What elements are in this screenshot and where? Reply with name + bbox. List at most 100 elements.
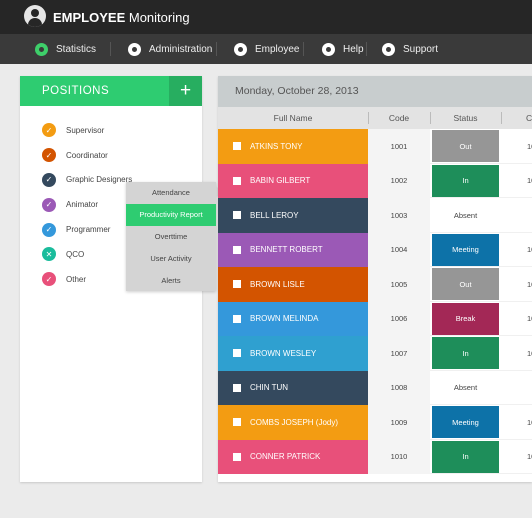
position-item[interactable]: ✕ QCO xyxy=(42,242,132,267)
position-check-icon[interactable]: ✓ xyxy=(42,222,56,237)
table-header: Full Name Code Status Co xyxy=(218,107,532,129)
table-row[interactable]: CHIN TUN 1008 Absent xyxy=(218,370,532,406)
row-checkbox[interactable] xyxy=(233,176,241,185)
status-cell: Meeting xyxy=(431,405,500,440)
nav-help[interactable]: Help xyxy=(322,34,364,64)
administration-icon xyxy=(128,42,141,56)
position-check-icon[interactable]: ✓ xyxy=(42,123,56,138)
position-label: Other xyxy=(66,274,87,284)
row-checkbox[interactable] xyxy=(233,452,241,461)
table-row[interactable]: CONNER PATRICK 1010In 10 xyxy=(218,439,532,475)
position-item[interactable]: ✓ Animator xyxy=(42,192,132,217)
menu-item[interactable]: Productivity Report xyxy=(126,203,216,226)
row-checkbox[interactable] xyxy=(233,142,241,151)
row-checkbox[interactable] xyxy=(233,349,241,358)
employee-name: BENNETT ROBERT xyxy=(250,245,323,255)
menu-item[interactable]: User Activity xyxy=(126,247,216,269)
nav-support[interactable]: Support xyxy=(382,34,438,64)
position-item[interactable]: ✓ Other xyxy=(42,267,132,292)
column-header-name[interactable]: Full Name xyxy=(218,107,368,129)
position-check-icon[interactable]: ✓ xyxy=(42,172,56,187)
support-icon xyxy=(382,42,395,56)
column-header-status[interactable]: Status xyxy=(431,107,500,129)
position-label: Supervisor xyxy=(66,125,105,135)
status-cell: Absent xyxy=(431,371,500,406)
row-checkbox[interactable] xyxy=(233,211,241,220)
status-text: Absent xyxy=(453,210,478,220)
table-row[interactable]: BROWN LISLE 1005Out 10 xyxy=(218,267,532,302)
date-bar: Monday, October 28, 2013 xyxy=(218,76,532,107)
employee-name-cell[interactable]: CHIN TUN xyxy=(218,370,368,405)
employee-code: 1010 xyxy=(368,439,430,474)
status-text: Absent xyxy=(453,383,478,393)
status-cell: In xyxy=(431,440,500,475)
employee-name-cell[interactable]: COMBS JOSEPH (Jody) xyxy=(218,405,368,440)
status-cell: Out xyxy=(431,129,500,164)
extra-cell: 10 xyxy=(527,452,532,462)
row-checkbox[interactable] xyxy=(233,280,241,289)
position-check-icon[interactable]: ✓ xyxy=(42,197,56,212)
positions-header: POSITIONS + xyxy=(20,76,202,106)
row-checkbox[interactable] xyxy=(233,383,241,392)
employee-name-cell[interactable]: BENNETT ROBERT xyxy=(218,232,368,267)
position-label: Programmer xyxy=(66,225,111,235)
nav-statistics[interactable]: Statistics xyxy=(35,34,96,64)
position-check-icon[interactable]: ✓ xyxy=(42,272,56,287)
add-position-button[interactable]: + xyxy=(169,76,202,106)
table-row[interactable]: BROWN WESLEY 1007In 10 xyxy=(218,336,532,371)
table-row[interactable]: COMBS JOSEPH (Jody) 1009Meeting 10 xyxy=(218,405,532,440)
row-checkbox[interactable] xyxy=(233,245,241,254)
position-check-icon[interactable]: ✕ xyxy=(42,247,56,262)
status-badge: Meeting xyxy=(432,233,499,266)
status-badge: Break xyxy=(432,302,499,335)
menu-item[interactable]: Overttime xyxy=(126,226,216,248)
employee-name-cell[interactable]: BELL LEROY xyxy=(218,198,368,233)
position-label: Graphic Designers xyxy=(66,175,133,185)
position-item[interactable]: ✓ Programmer xyxy=(42,217,132,242)
menu-item[interactable]: Alerts xyxy=(126,269,216,291)
employee-name: CHIN TUN xyxy=(250,383,289,393)
employee-name-cell[interactable]: ATKINS TONY xyxy=(218,129,368,164)
row-checkbox[interactable] xyxy=(233,418,241,427)
status-cell: Break xyxy=(431,302,500,337)
employee-code: 1001 xyxy=(368,129,430,164)
status-cell: Meeting xyxy=(431,233,500,268)
position-item[interactable]: ✓ Supervisor xyxy=(42,118,132,143)
nav-administration[interactable]: Administration xyxy=(128,34,212,64)
app-header: EMPLOYEE Monitoring xyxy=(0,0,532,34)
employee-code: 1002 xyxy=(368,163,430,198)
positions-list: ✓ Supervisor ✓ Coordinator ✓ Graphic Designer… xyxy=(42,118,132,292)
table-row[interactable]: BABIN GILBERT 1002In 10 xyxy=(218,163,532,198)
employee-name-cell[interactable]: CONNER PATRICK xyxy=(218,439,368,474)
employee-name-cell[interactable]: BROWN LISLE xyxy=(218,267,368,302)
menu-item[interactable]: Attendance xyxy=(126,182,216,204)
table-row[interactable]: ATKINS TONY 1001Out 10 xyxy=(218,129,532,164)
nav-employee[interactable]: Employee xyxy=(234,34,299,64)
employee-name: BABIN GILBERT xyxy=(250,176,311,186)
employee-code: 1006 xyxy=(368,301,430,336)
table-row[interactable]: BELL LEROY 1003 Absent xyxy=(218,198,532,233)
extra-cell xyxy=(500,371,532,406)
position-label: Animator xyxy=(66,200,99,210)
table-row[interactable]: BENNETT ROBERT 1004Meeting 10 xyxy=(218,232,532,268)
employee-code: 1009 xyxy=(368,405,430,440)
position-item[interactable]: ✓ Graphic Designers xyxy=(42,168,132,193)
employee-name-cell[interactable]: BROWN MELINDA xyxy=(218,301,368,336)
extra-cell: 10 xyxy=(527,279,532,289)
employee-name-cell[interactable]: BABIN GILBERT xyxy=(218,163,368,198)
position-item[interactable]: ✓ Coordinator xyxy=(42,143,132,168)
status-badge: Out xyxy=(432,130,499,162)
help-icon xyxy=(322,42,335,56)
table-row[interactable]: BROWN MELINDA 1006Break 10 xyxy=(218,301,532,337)
employee-name-cell[interactable]: BROWN WESLEY xyxy=(218,336,368,371)
employee-code: 1005 xyxy=(368,267,430,302)
column-header-extra[interactable]: Co xyxy=(500,107,532,129)
column-header-code[interactable]: Code xyxy=(368,107,430,129)
status-cell: In xyxy=(431,336,500,371)
extra-cell: 10 xyxy=(527,141,532,151)
row-checkbox[interactable] xyxy=(233,314,241,323)
employee-name: BROWN MELINDA xyxy=(250,314,319,324)
status-badge: Meeting xyxy=(432,406,499,438)
position-check-icon[interactable]: ✓ xyxy=(42,148,56,163)
table-body: ATKINS TONY1001Out10BABIN GILBERT1002In1… xyxy=(218,129,532,474)
